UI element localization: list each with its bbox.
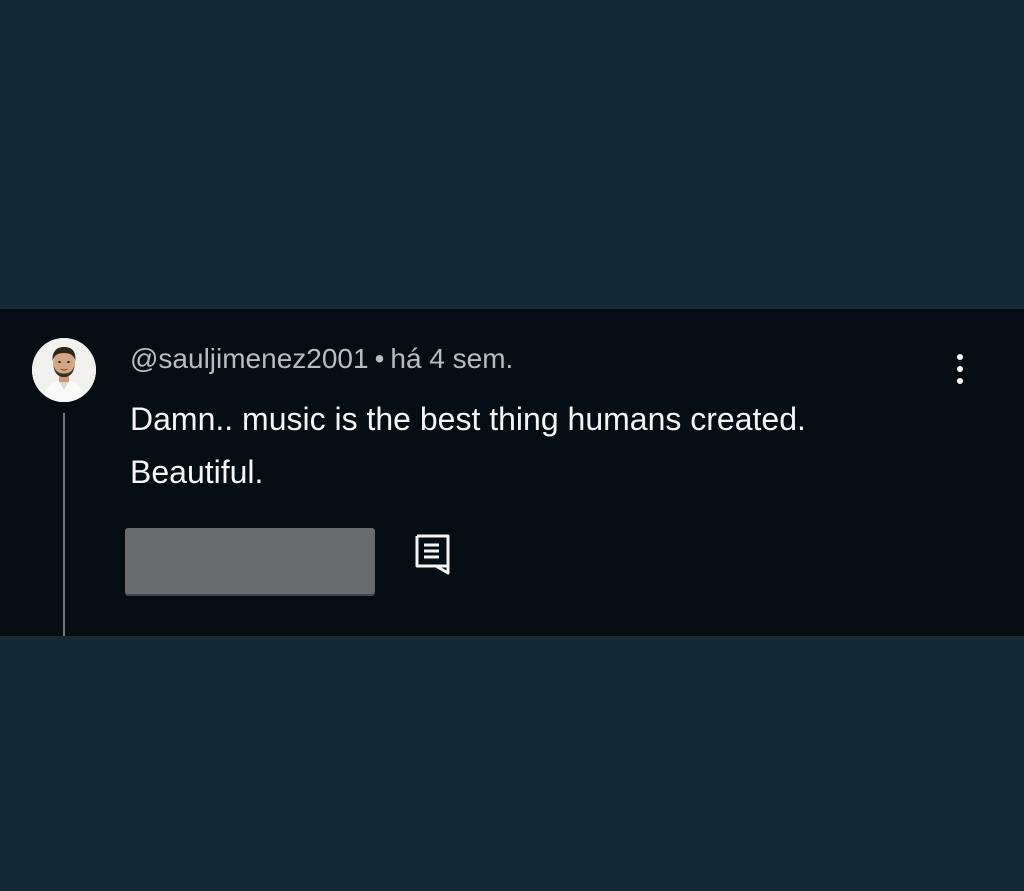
redacted-actions-block	[125, 528, 375, 594]
avatar-image	[32, 338, 96, 402]
reply-button[interactable]	[410, 531, 456, 577]
avatar[interactable]	[32, 338, 96, 402]
reply-comment-icon	[415, 534, 450, 575]
more-options-button[interactable]	[944, 349, 976, 389]
author-handle[interactable]: @sauljimenez2001	[130, 343, 369, 374]
more-vertical-icon-dot	[957, 378, 963, 384]
comment-text-line: Beautiful.	[130, 454, 264, 490]
more-vertical-icon	[957, 354, 963, 360]
comment-text-line: Damn.. music is the best thing humans cr…	[130, 401, 806, 437]
thread-line	[63, 413, 65, 636]
page: @sauljimenez2001 • há 4 sem. Damn.. music …	[0, 0, 1024, 891]
comment-card: @sauljimenez2001 • há 4 sem. Damn.. music …	[0, 309, 1024, 636]
comment-meta: @sauljimenez2001 • há 4 sem.	[130, 343, 513, 375]
comment-text: Damn.. music is the best thing humans cr…	[130, 393, 950, 499]
more-vertical-icon-dot	[957, 366, 963, 372]
meta-separator: •	[374, 343, 385, 374]
comment-timestamp[interactable]: há 4 sem.	[390, 343, 513, 374]
